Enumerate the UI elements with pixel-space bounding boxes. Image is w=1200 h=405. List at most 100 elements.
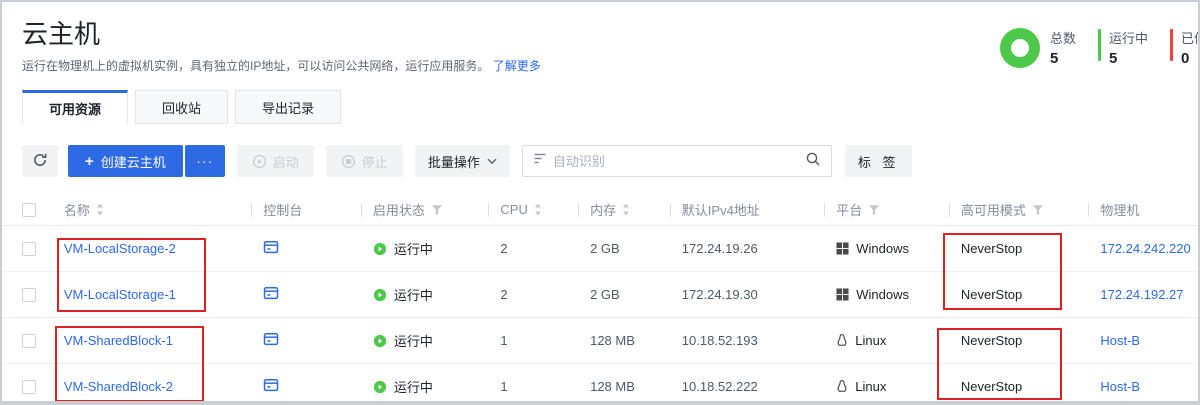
ipv4-value: 172.24.19.26 xyxy=(682,241,758,256)
vm-name-link[interactable]: VM-SharedBlock-2 xyxy=(64,379,173,394)
stat-stopped-value: 0 xyxy=(1181,50,1200,67)
console-icon xyxy=(263,285,279,304)
batch-operations-button[interactable]: 批量操作 xyxy=(415,145,510,177)
sort-icon[interactable] xyxy=(534,203,542,216)
col-cpu-label: CPU xyxy=(500,202,527,217)
page-header: 云主机 运行在物理机上的虚拟机实例，具有独立的IP地址，可以访问公共网络，运行应… xyxy=(2,2,1198,90)
stat-stopped-label: 已停止 xyxy=(1181,28,1200,47)
memory-value: 128 MB xyxy=(590,379,635,394)
console-button[interactable] xyxy=(263,239,279,258)
table-row: VM-LocalStorage-1 运行中 2 2 GB 172.24.19.3… xyxy=(2,272,1198,318)
stat-total-value: 5 xyxy=(1050,50,1076,67)
tab-bar: 可用资源 回收站 导出记录 xyxy=(2,90,1198,124)
status-label: 运行中 xyxy=(394,331,433,350)
col-memory-label: 内存 xyxy=(590,200,616,219)
stat-total-label: 总数 xyxy=(1050,28,1076,47)
cpu-value: 1 xyxy=(500,379,507,394)
ha-mode-value: NeverStop xyxy=(961,287,1022,302)
linux-icon xyxy=(836,333,848,348)
chevron-down-icon xyxy=(487,158,497,165)
table-row: VM-SharedBlock-2 运行中 1 128 MB 10.18.52.2… xyxy=(2,364,1198,405)
vm-stats: 总数 5 运行中 5 已停止 0 xyxy=(1000,28,1200,68)
search-input[interactable] xyxy=(553,154,799,169)
ha-mode-value: NeverStop xyxy=(961,379,1022,394)
sort-icon[interactable] xyxy=(96,203,104,216)
col-console-label: 控制台 xyxy=(263,200,302,219)
search-icon[interactable] xyxy=(805,151,821,172)
ipv4-value: 172.24.19.30 xyxy=(682,287,758,302)
host-link[interactable]: 172.24.192.27 xyxy=(1100,287,1183,302)
status-label: 运行中 xyxy=(394,377,433,396)
tag-button[interactable]: 标 签 xyxy=(845,145,913,177)
start-label: 启动 xyxy=(273,152,299,171)
row-checkbox[interactable] xyxy=(22,288,36,302)
ha-mode-value: NeverStop xyxy=(961,333,1022,348)
col-status-label: 启用状态 xyxy=(373,200,425,219)
platform-label: Windows xyxy=(856,287,909,302)
sort-icon[interactable] xyxy=(622,203,630,216)
running-status-icon xyxy=(373,242,387,256)
vm-name-link[interactable]: VM-LocalStorage-1 xyxy=(64,287,176,302)
tab-recycle-bin[interactable]: 回收站 xyxy=(135,90,228,124)
filter-icon[interactable] xyxy=(868,204,880,216)
total-donut-chart xyxy=(1000,28,1040,68)
create-vm-label: 创建云主机 xyxy=(101,152,166,171)
select-all-checkbox[interactable] xyxy=(22,203,36,217)
row-checkbox[interactable] xyxy=(22,334,36,348)
memory-value: 2 GB xyxy=(590,287,620,302)
plus-icon: + xyxy=(85,153,94,170)
stopped-bar xyxy=(1170,29,1173,61)
filter-icon[interactable] xyxy=(1032,204,1044,216)
start-button[interactable]: 启动 xyxy=(237,145,314,177)
vm-name-link[interactable]: VM-LocalStorage-2 xyxy=(64,241,176,256)
host-link[interactable]: Host-B xyxy=(1100,379,1140,394)
stat-running-value: 5 xyxy=(1109,50,1148,67)
col-host-label: 物理机 xyxy=(1100,200,1139,219)
learn-more-link[interactable]: 了解更多 xyxy=(493,59,541,73)
cpu-value: 2 xyxy=(500,287,507,302)
status-label: 运行中 xyxy=(394,285,433,304)
toolbar: + 创建云主机 ··· 启动 停止 批量操作 xyxy=(2,145,1198,177)
col-platform-label: 平台 xyxy=(836,200,862,219)
ipv4-value: 10.18.52.222 xyxy=(682,379,758,394)
host-link[interactable]: 172.24.242.220 xyxy=(1100,241,1190,256)
col-ha-mode-label: 高可用模式 xyxy=(961,200,1026,219)
windows-icon xyxy=(836,242,849,255)
status-label: 运行中 xyxy=(394,239,433,258)
stop-button[interactable]: 停止 xyxy=(326,145,403,177)
col-name-label: 名称 xyxy=(64,200,90,219)
host-link[interactable]: Host-B xyxy=(1100,333,1140,348)
refresh-icon xyxy=(32,152,48,171)
tab-export-records[interactable]: 导出记录 xyxy=(235,90,341,124)
table-row: VM-SharedBlock-1 运行中 1 128 MB 10.18.52.1… xyxy=(2,318,1198,364)
more-actions-button[interactable]: ··· xyxy=(185,145,225,177)
create-vm-button[interactable]: + 创建云主机 xyxy=(68,145,183,177)
vm-name-link[interactable]: VM-SharedBlock-1 xyxy=(64,333,173,348)
console-button[interactable] xyxy=(263,331,279,350)
cpu-value: 2 xyxy=(500,241,507,256)
running-status-icon xyxy=(373,380,387,394)
console-button[interactable] xyxy=(263,285,279,304)
page-subtitle-text: 运行在物理机上的虚拟机实例，具有独立的IP地址，可以访问公共网络，运行应用服务。 xyxy=(22,59,489,73)
table-header: 名称 控制台 启用状态 CPU 内存 默认IPv4地址 平台 xyxy=(2,194,1198,226)
stat-running: 运行中 5 xyxy=(1098,28,1148,67)
running-bar xyxy=(1098,29,1101,61)
tab-available-resources[interactable]: 可用资源 xyxy=(22,90,128,124)
ipv4-value: 10.18.52.193 xyxy=(682,333,758,348)
cloud-vm-page: 云主机 运行在物理机上的虚拟机实例，具有独立的IP地址，可以访问公共网络，运行应… xyxy=(0,0,1200,405)
console-icon xyxy=(263,239,279,258)
stat-total: 总数 5 xyxy=(1050,28,1076,67)
filter-lines-icon xyxy=(533,152,547,170)
batch-operations-label: 批量操作 xyxy=(428,152,480,171)
stat-stopped: 已停止 0 xyxy=(1170,28,1200,67)
row-checkbox[interactable] xyxy=(22,242,36,256)
console-button[interactable] xyxy=(263,377,279,396)
cpu-value: 1 xyxy=(500,333,507,348)
filter-icon[interactable] xyxy=(431,204,443,216)
table-body: VM-LocalStorage-2 运行中 2 2 GB 172.24.19.2… xyxy=(2,226,1198,405)
windows-icon xyxy=(836,288,849,301)
console-icon xyxy=(263,377,279,396)
linux-icon xyxy=(836,379,848,394)
refresh-button[interactable] xyxy=(22,145,58,177)
row-checkbox[interactable] xyxy=(22,380,36,394)
